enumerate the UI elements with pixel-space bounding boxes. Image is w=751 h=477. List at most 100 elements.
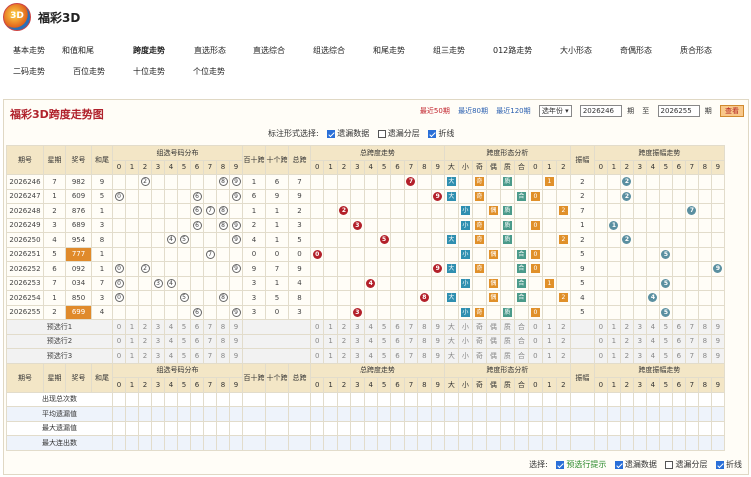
pre-select-cell[interactable]: 奇 xyxy=(471,333,487,349)
pre-select-row[interactable]: 预选行3 0 1 2 3 4 5 6 7 8 9 0 1 2 3 4 5 6 7 8 9 大小奇偶质合 0 1 2 0 1 2 3 4 5 6… xyxy=(6,348,725,364)
pre-select-cell[interactable]: 质 xyxy=(499,333,515,349)
pre-select-cell[interactable]: 8 xyxy=(216,333,230,349)
pre-select-cell[interactable]: 1 xyxy=(125,319,139,335)
nav-item[interactable]: 和值和尾 xyxy=(62,45,94,56)
pre-select-cell[interactable]: 2 xyxy=(619,333,634,349)
pre-select-cell[interactable]: 0 xyxy=(593,333,608,349)
pre-select-cell[interactable]: 0 xyxy=(309,348,325,364)
year-select[interactable]: 选年份 ▾ xyxy=(538,105,572,117)
issue-header[interactable]: 期号 xyxy=(6,145,44,175)
pre-select-cell[interactable]: 7 xyxy=(403,333,419,349)
pre-select-cell[interactable]: 6 xyxy=(671,319,686,335)
pre-select-cell[interactable]: 质 xyxy=(499,319,515,335)
pre-select-cell[interactable]: 4 xyxy=(363,348,378,364)
from-issue-input[interactable]: 2026246 xyxy=(579,105,622,117)
pre-select-cell[interactable]: 0 xyxy=(112,348,126,364)
pre-select-cell[interactable]: 6 xyxy=(190,319,204,335)
issue-header[interactable]: 期号 xyxy=(6,362,44,393)
recent50-link[interactable]: 最近50期 xyxy=(420,106,450,116)
pre-select-cell[interactable]: 9 xyxy=(430,333,445,349)
pre-select-cell[interactable]: 0 xyxy=(527,319,543,335)
nav-item[interactable]: 奇偶形态 xyxy=(620,45,652,56)
pre-select-cell[interactable]: 5 xyxy=(177,333,191,349)
pre-select-cell[interactable]: 1 xyxy=(323,348,338,364)
pre-select-cell[interactable]: 9 xyxy=(430,348,445,364)
pre-select-cell[interactable]: 9 xyxy=(710,333,725,349)
nav-item[interactable]: 百位走势 xyxy=(73,66,105,77)
pre-select-cell[interactable]: 6 xyxy=(190,348,204,364)
pre-select-row[interactable]: 预选行1 0 1 2 3 4 5 6 7 8 9 0 1 2 3 4 5 6 7 8 9 大小奇偶质合 0 1 2 0 1 2 3 4 5 6… xyxy=(6,319,725,335)
pre-select-cell[interactable]: 2 xyxy=(619,319,634,335)
pre-select-cell[interactable]: 7 xyxy=(403,348,419,364)
pre-select-cell[interactable]: 1 xyxy=(323,319,338,335)
nav-item[interactable]: 组选综合 xyxy=(313,45,345,56)
pre-select-cell[interactable]: 2 xyxy=(619,348,634,364)
pre-select-cell[interactable]: 6 xyxy=(190,333,204,349)
pre-select-cell[interactable]: 1 xyxy=(606,348,621,364)
pre-select-cell[interactable]: 5 xyxy=(658,319,673,335)
pre-select-cell[interactable]: 7 xyxy=(203,348,217,364)
missing-data-checkbox[interactable] xyxy=(327,129,336,138)
pre-select-cell[interactable]: 9 xyxy=(710,348,725,364)
pre-select-cell[interactable]: 4 xyxy=(645,333,660,349)
pre-select-cell[interactable]: 2 xyxy=(336,333,352,349)
pre-select-cell[interactable]: 6 xyxy=(671,348,686,364)
pre-select-cell[interactable]: 9 xyxy=(430,319,445,335)
pre-select-cell[interactable]: 1 xyxy=(606,319,621,335)
nav-item[interactable]: 跨度走势 xyxy=(133,45,165,56)
pre-select-cell[interactable]: 2 xyxy=(138,319,152,335)
pre-select-cell[interactable]: 9 xyxy=(229,348,243,364)
pre-select-cell[interactable]: 5 xyxy=(658,348,673,364)
pre-select-cell[interactable]: 2 xyxy=(336,348,352,364)
pre-select-cell[interactable]: 3 xyxy=(151,333,165,349)
pre-select-cell[interactable]: 6 xyxy=(390,319,405,335)
pre-select-cell[interactable]: 奇 xyxy=(471,319,487,335)
pre-select-cell[interactable]: 3 xyxy=(151,319,165,335)
pre-select-cell[interactable]: 6 xyxy=(390,333,405,349)
pre-select-cell[interactable]: 8 xyxy=(697,319,712,335)
pre-select-cell[interactable]: 0 xyxy=(593,319,608,335)
pre-select-cell[interactable]: 5 xyxy=(376,319,392,335)
pre-select-cell[interactable]: 4 xyxy=(164,333,178,349)
pre-select-cell[interactable]: 2 xyxy=(555,319,571,335)
pre-select-row[interactable]: 预选行2 0 1 2 3 4 5 6 7 8 9 0 1 2 3 4 5 6 7 8 9 大小奇偶质合 0 1 2 0 1 2 3 4 5 6… xyxy=(6,333,725,349)
pre-select-cell[interactable]: 质 xyxy=(499,348,515,364)
pre-select-cell[interactable]: 4 xyxy=(645,319,660,335)
footer-missing-layer-checkbox[interactable] xyxy=(665,460,674,469)
pre-select-cell[interactable]: 9 xyxy=(229,333,243,349)
pre-select-cell[interactable]: 大 xyxy=(443,319,459,335)
pre-select-cell[interactable]: 7 xyxy=(684,319,699,335)
pre-select-cell[interactable]: 1 xyxy=(606,333,621,349)
footer-polyline-checkbox[interactable] xyxy=(716,460,724,469)
pre-select-cell[interactable]: 3 xyxy=(151,348,165,364)
pre-select-cell[interactable]: 1 xyxy=(541,319,557,335)
pre-select-cell[interactable]: 2 xyxy=(138,348,152,364)
pre-select-cell[interactable]: 3 xyxy=(350,333,365,349)
pre-select-cell[interactable]: 4 xyxy=(164,348,178,364)
pre-select-cell[interactable]: 6 xyxy=(671,333,686,349)
pre-select-cell[interactable]: 3 xyxy=(350,319,365,335)
pre-select-cell[interactable]: 0 xyxy=(527,348,543,364)
pre-select-cell[interactable]: 4 xyxy=(363,319,378,335)
pre-select-cell[interactable]: 1 xyxy=(125,333,139,349)
pre-select-cell[interactable]: 0 xyxy=(527,333,543,349)
pre-select-cell[interactable]: 8 xyxy=(216,348,230,364)
pre-select-cell[interactable]: 8 xyxy=(697,348,712,364)
pre-select-cell[interactable]: 7 xyxy=(403,319,419,335)
pre-select-cell[interactable]: 7 xyxy=(203,319,217,335)
nav-item[interactable]: 个位走势 xyxy=(193,66,225,77)
nav-item[interactable]: 质合形态 xyxy=(680,45,712,56)
pre-select-cell[interactable]: 4 xyxy=(164,319,178,335)
pre-select-cell[interactable]: 1 xyxy=(541,333,557,349)
pre-select-cell[interactable]: 奇 xyxy=(471,348,487,364)
nav-item[interactable]: 基本走势 xyxy=(13,45,45,56)
pre-select-cell[interactable]: 5 xyxy=(376,333,392,349)
pre-select-cell[interactable]: 7 xyxy=(203,333,217,349)
pre-select-cell[interactable]: 7 xyxy=(684,333,699,349)
nav-item[interactable]: 012路走势 xyxy=(493,45,532,56)
pre-select-cell[interactable]: 合 xyxy=(513,348,529,364)
nav-item[interactable]: 大小形态 xyxy=(560,45,592,56)
query-button[interactable]: 查看 xyxy=(720,105,744,117)
pre-select-cell[interactable]: 大 xyxy=(443,348,459,364)
pre-select-cell[interactable]: 8 xyxy=(417,333,432,349)
